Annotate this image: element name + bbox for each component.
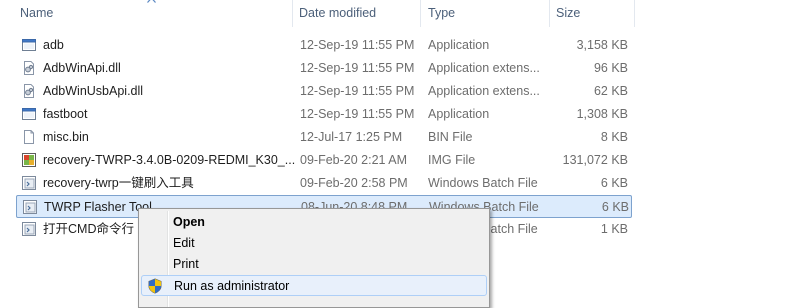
file-row[interactable]: AdbWinUsbApi.dll 12-Sep-19 11:55 PM Applic… [16, 80, 632, 103]
file-row[interactable]: AdbWinApi.dll 12-Sep-19 11:55 PM Applicati… [16, 57, 632, 80]
batch-file-icon [23, 200, 37, 214]
file-name[interactable]: AdbWinUsbApi.dll [43, 80, 305, 103]
column-header-size[interactable]: Size [556, 0, 626, 27]
file-type: Application extens... [428, 84, 540, 98]
column-header-date[interactable]: Date modified [299, 0, 419, 27]
file-date-modified: 12-Sep-19 11:55 PM [300, 38, 415, 52]
file-name[interactable]: recovery-TWRP-3.4.0B-0209-REDMI_K30_... [43, 149, 305, 172]
file-date-modified: 09-Feb-20 2:21 AM [300, 153, 408, 167]
file-date-modified: 12-Sep-19 11:55 PM [300, 61, 415, 75]
img-file-icon [22, 153, 36, 167]
file-date-modified: 12-Jul-17 1:25 PM [300, 130, 403, 144]
file-size: 3,158 KB [576, 38, 628, 52]
column-divider[interactable] [420, 0, 421, 27]
column-header-name[interactable]: Name [20, 0, 290, 27]
file-type: Application [428, 107, 490, 121]
file-date-modified: 09-Feb-20 2:58 PM [300, 176, 408, 190]
column-divider[interactable] [634, 0, 635, 27]
column-divider[interactable] [292, 0, 293, 27]
batch-file-icon [22, 176, 36, 190]
menu-item-label: Run as administrator [174, 279, 290, 293]
file-date-modified: 12-Sep-19 11:55 PM [300, 84, 415, 98]
file-name[interactable]: fastboot [43, 103, 305, 126]
file-size: 6 KB [601, 200, 629, 214]
menu-item-edit[interactable]: Edit [141, 233, 487, 254]
file-type: Application extens... [428, 61, 540, 75]
file-type: IMG File [428, 153, 476, 167]
file-name[interactable]: misc.bin [43, 126, 305, 149]
uac-shield-icon [148, 278, 162, 294]
file-type: Application [428, 38, 490, 52]
file-size: 1 KB [600, 222, 628, 236]
file-row[interactable]: recovery-twrp一键刷入工具 09-Feb-20 2:58 PM Wind… [16, 172, 632, 195]
dll-file-icon [24, 61, 34, 75]
file-date-modified: 12-Sep-19 11:55 PM [300, 107, 415, 121]
file-size: 62 KB [593, 84, 628, 98]
application-icon [22, 39, 36, 51]
file-size: 8 KB [600, 130, 628, 144]
file-type: BIN File [428, 130, 473, 144]
file-name[interactable]: recovery-twrp一键刷入工具 [43, 172, 305, 195]
file-name[interactable]: adb [43, 34, 305, 57]
file-row[interactable]: recovery-TWRP-3.4.0B-0209-REDMI_K30_... 0… [16, 149, 632, 172]
file-name[interactable]: AdbWinApi.dll [43, 57, 305, 80]
blank-file-icon [24, 130, 34, 144]
file-row[interactable]: misc.bin 12-Jul-17 1:25 PM BIN File 8 KB [16, 126, 632, 149]
menu-item-label: Edit [173, 236, 195, 250]
column-header-bar: Name Date modified Type Size [0, 0, 808, 27]
file-size: 131,072 KB [562, 153, 628, 167]
file-size: 96 KB [593, 61, 628, 75]
menu-item-label: Print [173, 257, 199, 271]
column-divider[interactable] [549, 0, 550, 27]
file-size: 1,308 KB [576, 107, 628, 121]
batch-file-icon [22, 222, 36, 236]
file-row[interactable]: adb 12-Sep-19 11:55 PM Application 3,158 KB [16, 34, 632, 57]
column-header-type[interactable]: Type [428, 0, 548, 27]
menu-item-label: Open [173, 215, 205, 229]
menu-item-open[interactable]: Open [141, 212, 487, 233]
file-type: Windows Batch File [428, 176, 538, 190]
file-size: 6 KB [600, 176, 628, 190]
dll-file-icon [24, 84, 34, 98]
context-menu: Open Edit Print Run as administrator [138, 208, 490, 308]
application-icon [22, 108, 36, 120]
file-row[interactable]: fastboot 12-Sep-19 11:55 PM Application 1,3… [16, 103, 632, 126]
menu-item-run-as-administrator[interactable]: Run as administrator [141, 275, 487, 296]
menu-item-print[interactable]: Print [141, 254, 487, 275]
